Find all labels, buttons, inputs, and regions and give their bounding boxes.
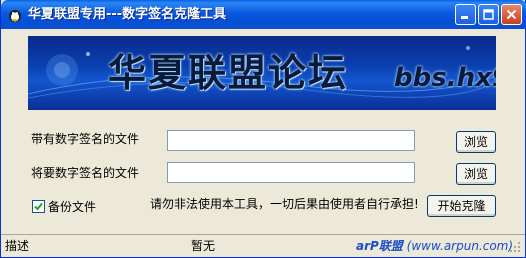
- banner-url: bbs.hx95: [394, 63, 496, 93]
- resize-grip-icon[interactable]: [509, 241, 521, 253]
- target-file-label: 将要数字签名的文件: [31, 166, 140, 180]
- forum-banner: 华夏联盟论坛 bbs.hx95: [28, 36, 496, 110]
- backup-label[interactable]: 备份文件: [48, 199, 96, 215]
- signed-file-label: 带有数字签名的文件: [31, 132, 140, 146]
- backup-checkbox[interactable]: [32, 200, 45, 213]
- start-clone-button[interactable]: 开始克隆: [427, 195, 496, 217]
- status-bar: 描述 暂无 arP联盟 (www.arpun.com): [1, 234, 525, 257]
- app-icon[interactable]: [7, 7, 23, 23]
- target-file-input[interactable]: [167, 162, 415, 183]
- title-bar[interactable]: 华夏联盟专用---数字签名克隆工具: [1, 0, 526, 29]
- checkmark-icon: [34, 202, 43, 211]
- banner-title: 华夏联盟论坛: [108, 51, 349, 95]
- browse-signed-button[interactable]: 浏览: [456, 131, 496, 153]
- window-title: 华夏联盟专用---数字签名克隆工具: [28, 7, 227, 22]
- status-brand: arP联盟: [356, 239, 403, 253]
- warning-notice: 请勿非法使用本工具，一切后果由使用者自行承担!: [150, 197, 419, 211]
- main-window: 华夏联盟专用---数字签名克隆工具 华夏联盟论坛 bbs.hx95 带有数字签名…: [0, 0, 526, 258]
- status-brand-link[interactable]: arP联盟 (www.arpun.com): [356, 237, 513, 255]
- maximize-button[interactable]: [478, 4, 499, 25]
- status-description-label: 描述: [5, 239, 30, 253]
- status-value: 暂无: [191, 239, 216, 253]
- close-button[interactable]: [501, 4, 522, 25]
- signed-file-input[interactable]: [167, 130, 415, 151]
- browse-target-button[interactable]: 浏览: [456, 163, 496, 185]
- minimize-button[interactable]: [455, 4, 476, 25]
- status-site: (www.arpun.com): [406, 239, 514, 253]
